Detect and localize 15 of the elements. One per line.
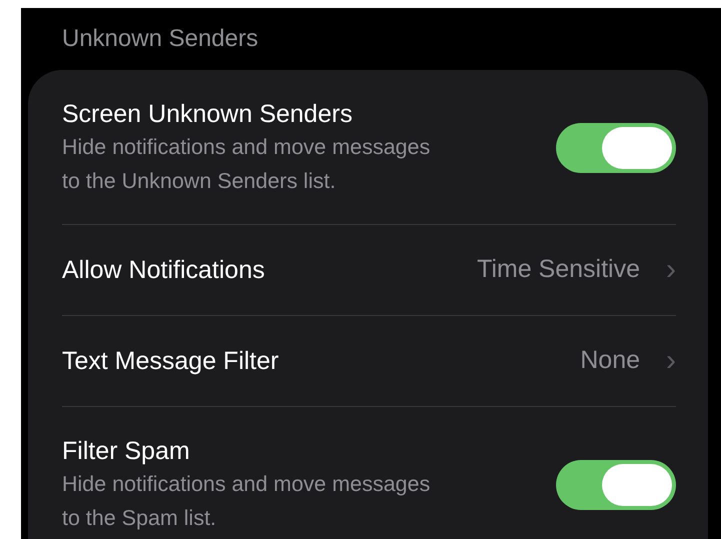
row-description: Hide notifications and move messages [62, 134, 432, 161]
chevron-icon: › [666, 346, 676, 376]
row-description: to the Unknown Senders list. [62, 168, 337, 195]
row-title: Screen Unknown Senders [62, 99, 354, 130]
row-title: Text Message Filter [62, 346, 280, 377]
row-description: to the Spam list. [62, 505, 218, 532]
toggle-switch[interactable] [556, 460, 676, 510]
toggle-switch[interactable] [556, 123, 676, 173]
row-value: None [580, 345, 640, 376]
row-value: Time Sensitive [476, 254, 640, 286]
chevron-icon: › [666, 255, 676, 285]
row-title: Allow Notifications [62, 255, 266, 286]
row-title: Filter Spam [62, 436, 191, 467]
row-description: Hide notifications and move messages [62, 471, 432, 498]
section-header: Unknown Senders [62, 24, 258, 54]
